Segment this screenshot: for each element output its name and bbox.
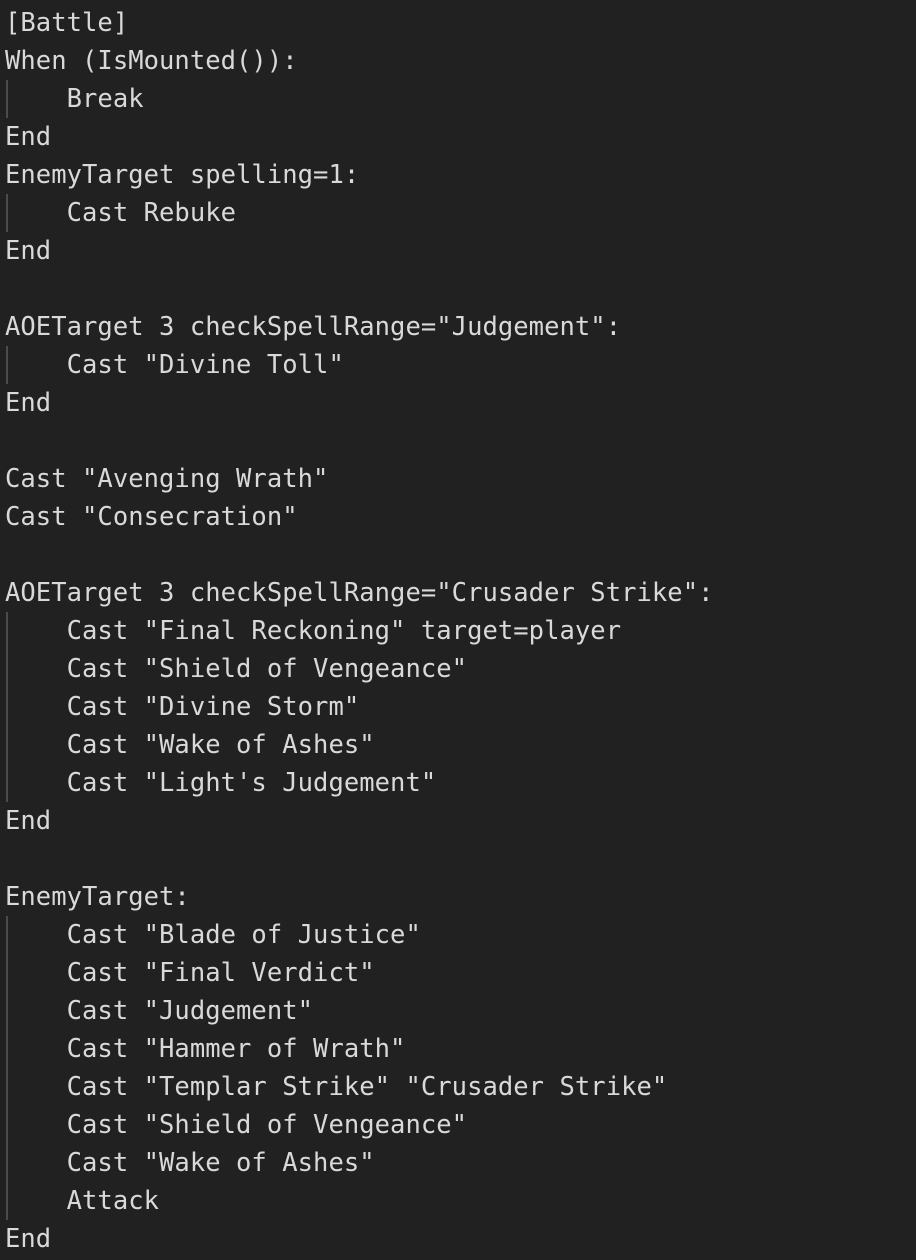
code-text-area[interactable]: [Battle] When (IsMounted()): Break End Enem… [0,0,916,1260]
code-line-text: Cast "Blade of Justice" [5,920,421,950]
indent-guide [6,688,8,726]
code-line[interactable]: EnemyTarget spelling=1: [0,156,916,194]
code-line-text: End [5,1224,52,1254]
code-line[interactable]: [Battle] [0,4,916,42]
code-line[interactable]: Cast "Divine Toll" [0,346,916,384]
indent-guide [6,1144,8,1182]
code-line-text: Attack [5,1186,160,1216]
code-line[interactable]: End [0,118,916,156]
code-line[interactable]: Cast "Shield of Vengeance" [0,1106,916,1144]
code-line[interactable]: Cast "Shield of Vengeance" [0,650,916,688]
code-line-text: Cast "Avenging Wrath" [5,464,329,494]
indent-guide [6,954,8,992]
code-line-text: [Battle] [5,8,129,38]
indent-guide [6,194,8,232]
code-line-text: End [5,388,52,418]
code-line-text: Cast "Final Reckoning" target=player [5,616,622,646]
indent-guide [6,1030,8,1068]
code-line-text: Cast "Wake of Ashes" [5,730,375,760]
code-line[interactable]: End [0,232,916,270]
code-line[interactable]: Cast "Judgement" [0,992,916,1030]
code-line-text: End [5,122,52,152]
code-line-text: Cast "Consecration" [5,502,298,532]
code-line[interactable]: When (IsMounted()): [0,42,916,80]
code-line[interactable]: Cast "Consecration" [0,498,916,536]
indent-guide [6,80,8,118]
code-line-text: End [5,806,52,836]
code-line-text: End [5,236,52,266]
code-line[interactable]: End [0,802,916,840]
code-line-text: Cast "Divine Storm" [5,692,360,722]
code-line[interactable]: Attack [0,1182,916,1220]
code-line[interactable]: Break [0,80,916,118]
code-line-text: Cast "Hammer of Wrath" [5,1034,406,1064]
indent-guide [6,1106,8,1144]
code-line[interactable] [0,840,916,878]
code-line[interactable]: End [0,1220,916,1258]
code-line-text: Cast "Shield of Vengeance" [5,654,468,684]
indent-guide [6,1068,8,1106]
code-line[interactable]: Cast "Blade of Justice" [0,916,916,954]
code-line-text: Cast "Final Verdict" [5,958,375,988]
code-line[interactable]: Cast Rebuke [0,194,916,232]
code-line[interactable]: Cast "Hammer of Wrath" [0,1030,916,1068]
code-line[interactable]: EnemyTarget: [0,878,916,916]
code-line-text: Cast "Judgement" [5,996,314,1026]
code-line-text: Cast "Wake of Ashes" [5,1148,375,1178]
code-line[interactable] [0,536,916,574]
indent-guide [6,346,8,384]
indent-guide [6,612,8,650]
code-line[interactable]: Cast "Templar Strike" "Crusader Strike" [0,1068,916,1106]
indent-guide [6,1182,8,1220]
code-line[interactable]: Cast "Avenging Wrath" [0,460,916,498]
code-line[interactable]: End [0,384,916,422]
code-line[interactable]: Cast "Wake of Ashes" [0,1144,916,1182]
indent-guide [6,726,8,764]
code-line[interactable] [0,422,916,460]
code-line[interactable]: AOETarget 3 checkSpellRange="Crusader St… [0,574,916,612]
code-line-text: Cast Rebuke [5,198,237,228]
code-line-text: AOETarget 3 checkSpellRange="Crusader St… [5,578,714,608]
code-line[interactable]: Cast "Light's Judgement" [0,764,916,802]
code-line-text: Cast "Shield of Vengeance" [5,1110,468,1140]
indent-guide [6,992,8,1030]
indent-guide [6,916,8,954]
code-line[interactable]: Cast "Final Verdict" [0,954,916,992]
code-line-text: Cast "Divine Toll" [5,350,344,380]
code-line[interactable] [0,270,916,308]
code-line-text: When (IsMounted()): [5,46,298,76]
code-editor[interactable]: [Battle] When (IsMounted()): Break End Enem… [0,0,916,1260]
code-line-text: AOETarget 3 checkSpellRange="Judgement": [5,312,622,342]
code-line-text: Cast "Light's Judgement" [5,768,437,798]
code-line[interactable]: Cast "Final Reckoning" target=player [0,612,916,650]
code-line-text: Break [5,84,144,114]
indent-guide [6,650,8,688]
indent-guide [6,764,8,802]
code-line[interactable]: Cast "Wake of Ashes" [0,726,916,764]
code-line-text: EnemyTarget spelling=1: [5,160,360,190]
code-line-text: Cast "Templar Strike" "Crusader Strike" [5,1072,668,1102]
code-line[interactable]: Cast "Divine Storm" [0,688,916,726]
code-line[interactable]: AOETarget 3 checkSpellRange="Judgement": [0,308,916,346]
code-line-text: EnemyTarget: [5,882,190,912]
